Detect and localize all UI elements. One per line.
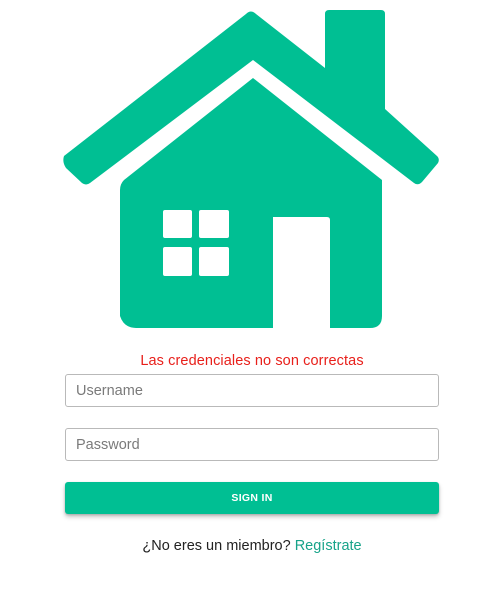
house-icon <box>63 10 439 328</box>
window-pane <box>163 210 192 238</box>
window-pane <box>199 247 229 276</box>
window-pane <box>199 210 229 238</box>
register-prompt-row: ¿No eres un miembro? Regístrate <box>0 538 493 554</box>
password-field-wrapper <box>65 428 439 461</box>
password-input[interactable] <box>66 429 438 460</box>
register-link[interactable]: Regístrate <box>295 538 362 554</box>
username-input[interactable] <box>66 375 438 406</box>
error-message: Las credenciales no son correctas <box>140 353 364 369</box>
username-field-wrapper <box>65 374 439 407</box>
login-page: Las credenciales no son correctas SIGN I… <box>0 0 493 602</box>
window-pane <box>163 247 192 276</box>
register-prompt-text: ¿No eres un miembro? <box>142 538 291 554</box>
signin-button[interactable]: SIGN IN <box>65 482 439 514</box>
